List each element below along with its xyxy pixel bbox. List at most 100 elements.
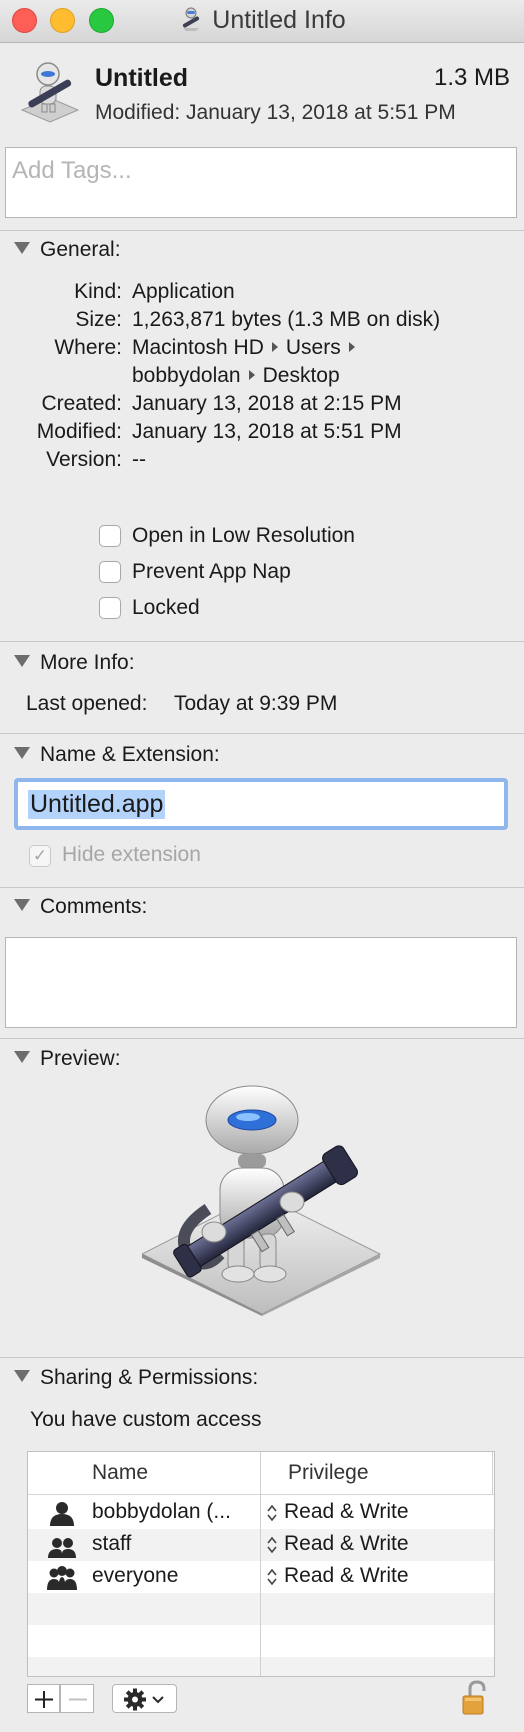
disclosure-triangle-icon[interactable] (14, 242, 30, 254)
up-down-arrows-icon[interactable] (266, 1567, 278, 1587)
divider (0, 887, 524, 888)
section-comments[interactable]: Comments: (14, 895, 147, 919)
path-arrow-icon (248, 370, 255, 380)
permissions-table: Name Privilege bobbydolan (... Read & Wr… (27, 1451, 495, 1677)
automator-robot-icon (142, 1085, 382, 1316)
tags-field[interactable]: Add Tags... (5, 147, 517, 218)
locked-checkbox[interactable] (99, 597, 121, 619)
column-name-header[interactable]: Name (92, 1461, 148, 1485)
permission-row[interactable]: bobbydolan (... Read & Write (28, 1497, 494, 1529)
hide-extension-checkbox[interactable]: ✓ (29, 845, 51, 867)
locked-label[interactable]: Locked (132, 596, 200, 620)
path-macintosh-hd: Macintosh HD (132, 336, 264, 359)
modified-value: January 13, 2018 at 5:51 PM (132, 420, 402, 443)
empty-row (28, 1625, 494, 1657)
name-field-value: Untitled.app (28, 790, 166, 819)
permission-privilege[interactable]: Read & Write (284, 1500, 409, 1524)
remove-user-button[interactable] (60, 1684, 94, 1713)
last-opened-label: Last opened: (26, 692, 148, 715)
prevent-app-nap-label[interactable]: Prevent App Nap (132, 560, 291, 584)
prevent-app-nap-checkbox[interactable] (99, 561, 121, 583)
path-user: bobbydolan (132, 364, 241, 387)
path-arrow-icon (271, 342, 278, 352)
divider (0, 733, 524, 734)
column-privilege-header[interactable]: Privilege (288, 1461, 369, 1485)
permissions-header: Name Privilege (28, 1452, 494, 1495)
disclosure-triangle-icon[interactable] (14, 747, 30, 759)
disclosure-triangle-icon[interactable] (14, 1370, 30, 1382)
disclosure-triangle-icon[interactable] (14, 899, 30, 911)
file-size: 1.3 MB (433, 64, 510, 91)
permission-privilege[interactable]: Read & Write (284, 1564, 409, 1588)
lock-icon[interactable] (462, 1680, 488, 1716)
section-sharing-title: Sharing & Permissions: (40, 1366, 259, 1389)
title-bar: Untitled Info (0, 0, 524, 43)
name-field[interactable]: Untitled.app (14, 778, 508, 830)
section-sharing-permissions[interactable]: Sharing & Permissions: (14, 1366, 258, 1390)
column-divider (492, 1452, 493, 1494)
last-opened-value: Today at 9:39 PM (174, 692, 338, 715)
window-title: Untitled Info (0, 6, 524, 35)
section-preview[interactable]: Preview: (14, 1047, 121, 1071)
comments-field[interactable] (5, 937, 517, 1028)
modified-summary: Modified: January 13, 2018 at 5:51 PM (95, 101, 456, 124)
access-text: You have custom access (30, 1408, 262, 1431)
tags-placeholder: Add Tags... (12, 157, 132, 184)
permission-user-name: bobbydolan (... (92, 1500, 231, 1523)
created-label: Created: (41, 392, 122, 415)
kind-value: Application (132, 280, 235, 303)
section-comments-title: Comments: (40, 895, 148, 918)
add-user-button[interactable] (27, 1684, 60, 1713)
permission-row[interactable]: everyone Read & Write (28, 1561, 494, 1593)
group-icon (48, 1538, 76, 1558)
disclosure-triangle-icon[interactable] (14, 655, 30, 667)
window-title-text: Untitled Info (212, 6, 346, 34)
section-more-info[interactable]: More Info: (14, 651, 135, 675)
open-low-resolution-checkbox[interactable] (99, 525, 121, 547)
divider (0, 641, 524, 642)
action-menu-button[interactable] (112, 1684, 177, 1713)
size-label: Size: (75, 308, 122, 331)
version-label: Version: (46, 448, 122, 471)
kind-label: Kind: (74, 280, 122, 303)
empty-row (28, 1593, 494, 1625)
open-low-resolution-label[interactable]: Open in Low Resolution (132, 524, 355, 548)
permission-privilege[interactable]: Read & Write (284, 1532, 409, 1556)
user-icon (50, 1502, 74, 1526)
column-divider (260, 1452, 261, 1676)
divider (0, 230, 524, 231)
path-arrow-icon (348, 342, 355, 352)
file-name: Untitled (95, 64, 189, 92)
section-general[interactable]: General: (14, 238, 121, 262)
up-down-arrows-icon[interactable] (266, 1503, 278, 1523)
section-name-extension[interactable]: Name & Extension: (14, 743, 220, 767)
where-value-line2: bobbydolan Desktop (132, 364, 340, 388)
size-value: 1,263,871 bytes (1.3 MB on disk) (132, 308, 441, 331)
where-label: Where: (54, 336, 122, 359)
plus-icon (35, 1691, 53, 1708)
section-general-title: General: (40, 238, 121, 261)
everyone-icon (47, 1566, 77, 1590)
version-value: -- (132, 448, 146, 471)
divider (0, 1038, 524, 1039)
permission-user-name: everyone (92, 1564, 179, 1587)
up-down-arrows-icon[interactable] (266, 1535, 278, 1555)
section-more-info-title: More Info: (40, 651, 135, 674)
automator-app-icon (20, 62, 80, 123)
empty-row (28, 1657, 494, 1676)
path-desktop: Desktop (262, 364, 340, 387)
permission-row[interactable]: staff Read & Write (28, 1529, 494, 1561)
gear-icon (124, 1688, 164, 1711)
created-value: January 13, 2018 at 2:15 PM (132, 392, 402, 415)
path-users: Users (285, 336, 341, 359)
permission-user-name: staff (92, 1532, 132, 1555)
where-value-line1: Macintosh HD Users (132, 336, 363, 360)
section-preview-title: Preview: (40, 1047, 121, 1070)
automator-icon (183, 7, 200, 31)
modified-label: Modified: (36, 420, 122, 443)
minus-icon (69, 1698, 87, 1701)
divider (0, 1357, 524, 1358)
hide-extension-label[interactable]: Hide extension (62, 843, 201, 867)
section-name-extension-title: Name & Extension: (40, 743, 220, 766)
disclosure-triangle-icon[interactable] (14, 1051, 30, 1063)
